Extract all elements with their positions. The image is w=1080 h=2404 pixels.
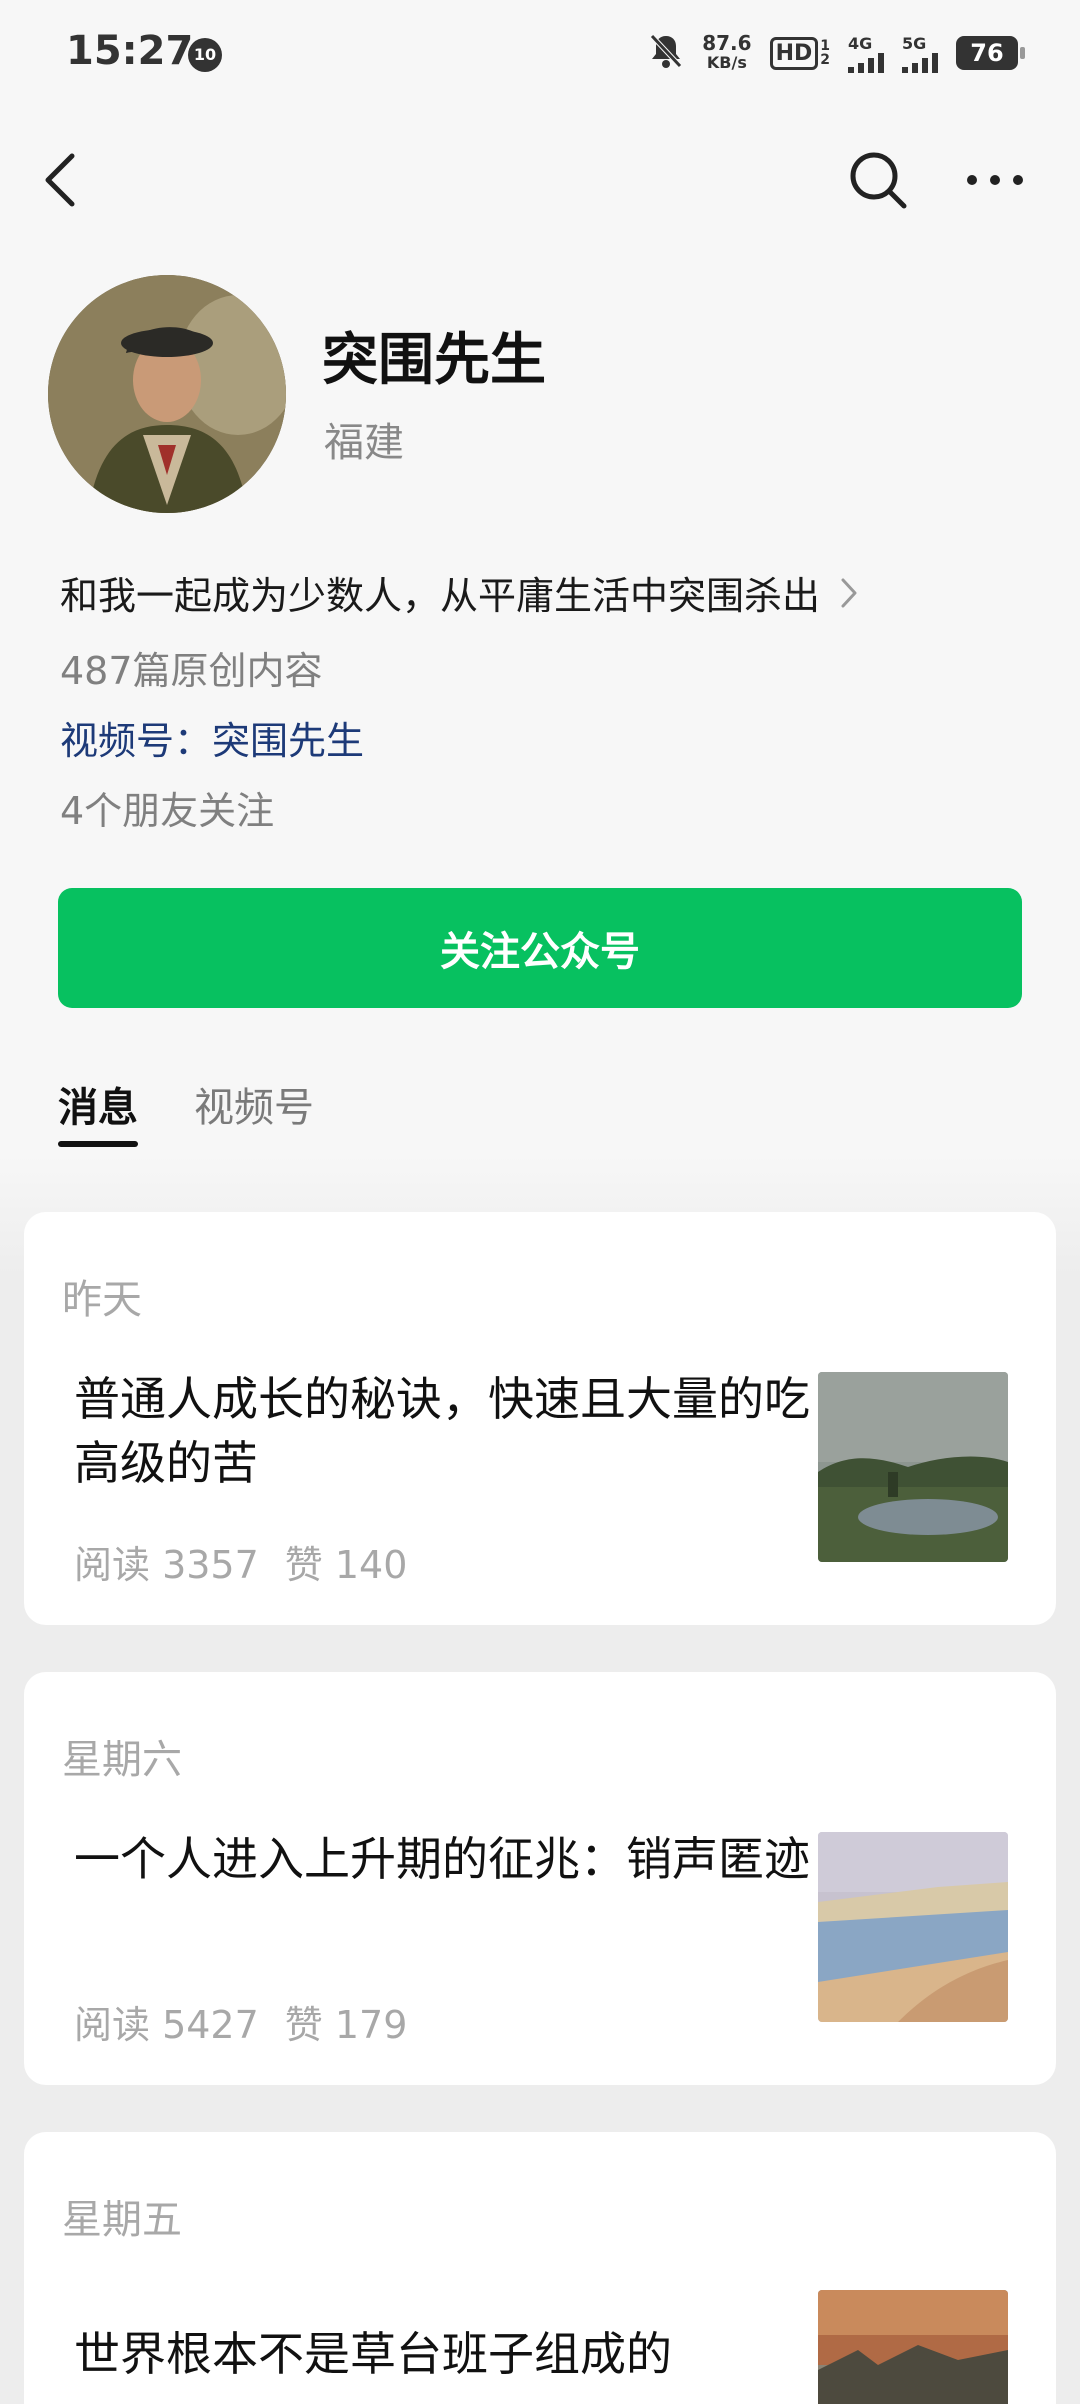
article-likes: 赞 179 (284, 2003, 408, 2047)
status-bar: 15:27 10 87.6 KB/s HD 1 2 4G 5G 76 (0, 0, 1080, 105)
article-reads: 阅读 5427 (74, 2003, 259, 2047)
article-title: 一个人进入上升期的征兆：销声匿迹 (74, 1832, 810, 1886)
notification-badge-icon: 10 (188, 38, 222, 72)
article-likes: 赞 140 (284, 1543, 408, 1587)
channel-name: 突围先生 (212, 719, 365, 763)
friends-following[interactable]: 4个朋友关注 (60, 780, 274, 835)
article-stats: 阅读 3357 赞 140 (74, 1534, 407, 1589)
profile-section: 突围先生 福建 和我一起成为少数人，从平庸生活中突围杀出 487篇原创内容 视频… (0, 255, 1080, 1155)
tab-channels[interactable]: 视频号 (194, 1075, 314, 1147)
article-feed: 昨天 普通人成长的秘诀，快速且大量的吃高级的苦 阅读 3357 赞 140 星期… (0, 1155, 1080, 2404)
net-4g-label: 4G (848, 33, 873, 53)
net-5g-label: 5G (902, 33, 927, 53)
more-button[interactable] (955, 140, 1035, 220)
avatar-portrait-image (48, 275, 286, 513)
bio-text: 和我一起成为少数人，从平庸生活中突围杀出 (60, 574, 821, 618)
account-name: 突围先生 (322, 328, 546, 393)
article-date: 星期六 (62, 1737, 182, 1783)
article-thumbnail (818, 1832, 1008, 2022)
signal-bars-icon (848, 52, 884, 73)
article-card[interactable]: 星期六 一个人进入上升期的征兆：销声匿迹 阅读 5427 赞 179 (24, 1672, 1056, 2085)
hd-sub-top: 1 (820, 38, 830, 54)
status-icons: 87.6 KB/s HD 1 2 4G 5G 76 (648, 28, 1025, 78)
battery-icon: 76 (956, 36, 1025, 70)
article-title: 世界根本不是草台班子组成的 (74, 2327, 672, 2381)
network-speed: 87.6 KB/s (702, 33, 751, 73)
article-card[interactable]: 星期五 世界根本不是草台班子组成的 (24, 2132, 1056, 2404)
search-icon (850, 152, 907, 209)
hd-sub-bottom: 2 (820, 52, 830, 68)
article-thumbnail (818, 2290, 1008, 2404)
account-region: 福建 (324, 420, 404, 466)
chevron-right-icon (841, 578, 857, 607)
status-time: 15:27 (66, 28, 194, 74)
more-horizontal-icon (967, 175, 1023, 185)
article-stats: 阅读 5427 赞 179 (74, 1994, 407, 2049)
tab-bar: 消息 视频号 (58, 1075, 314, 1147)
article-reads: 阅读 3357 (74, 1543, 259, 1587)
top-nav (0, 105, 1080, 255)
hd-indicator: HD 1 2 (769, 36, 830, 70)
chevron-left-icon (45, 153, 75, 207)
article-date: 星期五 (62, 2197, 182, 2243)
channel-link[interactable]: 视频号： 突围先生 (60, 710, 364, 765)
signal-4g: 4G (848, 34, 884, 73)
channel-prefix: 视频号： (60, 719, 213, 763)
account-bio[interactable]: 和我一起成为少数人，从平庸生活中突围杀出 (60, 565, 858, 620)
speed-value: 87.6 (702, 31, 752, 55)
signal-bars-icon (902, 52, 938, 73)
speed-unit: KB/s (706, 53, 747, 72)
back-button[interactable] (20, 140, 100, 220)
article-title: 普通人成长的秘诀，快速且大量的吃高级的苦 (74, 1372, 810, 1490)
original-count: 487篇原创内容 (60, 649, 323, 693)
article-card[interactable]: 昨天 普通人成长的秘诀，快速且大量的吃高级的苦 阅读 3357 赞 140 (24, 1212, 1056, 1625)
tab-messages[interactable]: 消息 (58, 1075, 138, 1147)
follow-button[interactable]: 关注公众号 (58, 888, 1022, 1008)
hd-icon: HD (769, 36, 819, 70)
avatar[interactable] (48, 275, 286, 513)
mute-bell-icon (648, 32, 684, 74)
article-thumbnail (818, 1372, 1008, 1562)
search-button[interactable] (838, 140, 918, 220)
article-date: 昨天 (62, 1277, 142, 1323)
signal-5g: 5G (902, 34, 938, 73)
